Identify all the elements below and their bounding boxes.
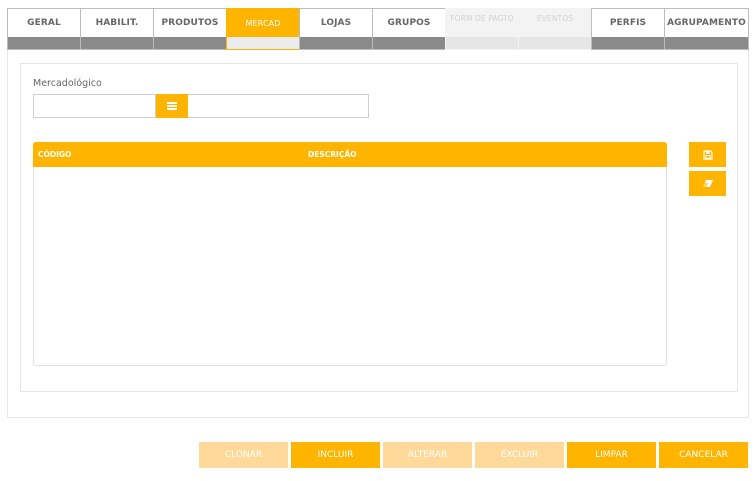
tab-bar: GERAL HABILIT. PRODUTOS MERCAD LOJAS GRU… — [7, 8, 749, 50]
tab-label: AGRUPAMENTO — [667, 18, 746, 28]
clear-button[interactable] — [689, 171, 726, 196]
save-button[interactable] — [689, 142, 726, 167]
floppy-disk-icon — [702, 149, 713, 160]
mercadologico-code-input[interactable] — [33, 94, 156, 118]
tab-habilit[interactable]: HABILIT. — [80, 8, 153, 50]
tab-agrupamento[interactable]: AGRUPAMENTO — [664, 8, 749, 50]
grid-header: CÓDIGO DESCRIÇÃO — [33, 142, 667, 167]
tab-content: Mercadológico CÓDIGO DESCRIÇÃO — [7, 50, 749, 418]
limpar-button[interactable]: LIMPAR — [567, 442, 656, 468]
tab-label: HABILIT. — [95, 18, 139, 28]
tab-lojas[interactable]: LOJAS — [299, 8, 372, 50]
tab-label: GERAL — [27, 18, 61, 28]
tab-label: PERFIS — [609, 18, 647, 28]
footer-actions: CLONAR INCLUIR ALTERAR EXCLUIR LIMPAR CA… — [199, 442, 748, 468]
mercadologico-grid: CÓDIGO DESCRIÇÃO — [33, 142, 667, 366]
column-header-codigo[interactable]: CÓDIGO — [38, 142, 71, 167]
tab-perfis[interactable]: PERFIS — [591, 8, 664, 50]
clonar-button[interactable]: CLONAR — [199, 442, 288, 468]
mercadologico-panel: Mercadológico CÓDIGO DESCRIÇÃO — [20, 63, 738, 392]
tab-label: EVENTOS — [536, 14, 574, 23]
mercadologico-description-input[interactable] — [188, 94, 369, 118]
tab-produtos[interactable]: PRODUTOS — [153, 8, 226, 50]
alterar-button[interactable]: ALTERAR — [383, 442, 472, 468]
incluir-button[interactable]: INCLUIR — [291, 442, 380, 468]
tab-label: FORM DE PAGTO — [450, 14, 514, 23]
lookup-button[interactable] — [156, 94, 188, 118]
excluir-button[interactable]: EXCLUIR — [475, 442, 564, 468]
cancelar-button[interactable]: CANCELAR — [659, 442, 748, 468]
tab-mercad[interactable]: MERCAD — [226, 8, 299, 50]
tab-geral[interactable]: GERAL — [7, 8, 80, 50]
tab-grupos[interactable]: GRUPOS — [372, 8, 445, 50]
column-header-descricao[interactable]: DESCRIÇÃO — [308, 142, 357, 167]
tab-form-de-pagto[interactable]: FORM DE PAGTO — [445, 8, 518, 50]
tab-label: PRODUTOS — [161, 18, 219, 28]
mercadologico-label: Mercadológico — [33, 78, 102, 89]
tab-label: MERCAD — [245, 19, 281, 28]
eraser-icon — [702, 180, 713, 187]
tab-label: LOJAS — [320, 18, 352, 28]
list-icon — [167, 102, 177, 110]
tab-label: GRUPOS — [387, 18, 431, 28]
tab-eventos[interactable]: EVENTOS — [518, 8, 591, 50]
